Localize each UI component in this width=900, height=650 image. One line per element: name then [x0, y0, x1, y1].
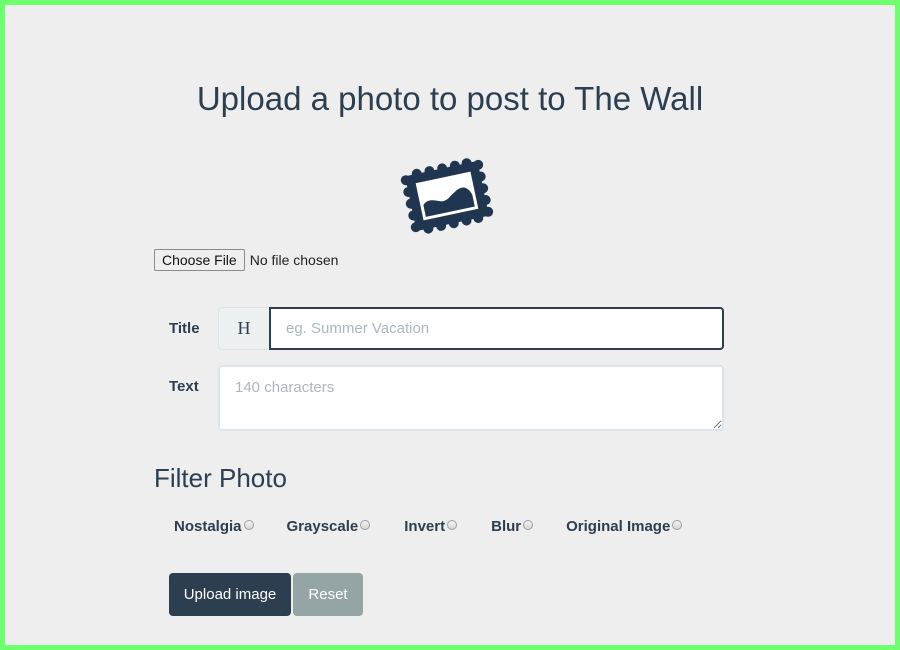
framed-photo-icon: [398, 158, 496, 234]
title-input-group: H: [218, 307, 724, 350]
filter-option-grayscale[interactable]: Grayscale: [287, 518, 371, 535]
filter-label: Invert: [404, 518, 446, 535]
filter-radio-invert[interactable]: [447, 519, 458, 530]
choose-file-button[interactable]: Choose File: [154, 249, 245, 271]
filter-label: Nostalgia: [174, 518, 242, 535]
filter-options: Nostalgia Grayscale Invert Blur Original…: [174, 518, 683, 535]
text-input[interactable]: [218, 365, 724, 431]
filter-option-nostalgia[interactable]: Nostalgia: [174, 518, 254, 535]
filter-label: Original Image: [566, 518, 671, 535]
filter-radio-blur[interactable]: [523, 519, 534, 530]
filter-radio-original[interactable]: [672, 519, 683, 530]
title-input[interactable]: [269, 307, 724, 350]
title-label: Title: [169, 320, 200, 337]
page-title: Upload a photo to post to The Wall: [196, 80, 704, 117]
heading-icon: H: [218, 307, 269, 350]
file-status: No file chosen: [249, 252, 339, 268]
filter-label: Blur: [491, 518, 522, 535]
filter-radio-grayscale[interactable]: [360, 519, 371, 530]
filter-option-original[interactable]: Original Image: [566, 518, 683, 535]
text-label: Text: [169, 378, 199, 395]
reset-button[interactable]: Reset: [293, 573, 363, 616]
upload-image-button[interactable]: Upload image: [169, 573, 291, 616]
file-input[interactable]: Choose File No file chosen: [154, 249, 338, 271]
filter-option-blur[interactable]: Blur: [491, 518, 534, 535]
filter-option-invert[interactable]: Invert: [404, 518, 458, 535]
filter-heading: Filter Photo: [154, 463, 287, 493]
filter-label: Grayscale: [286, 518, 359, 535]
filter-radio-nostalgia[interactable]: [243, 519, 254, 530]
